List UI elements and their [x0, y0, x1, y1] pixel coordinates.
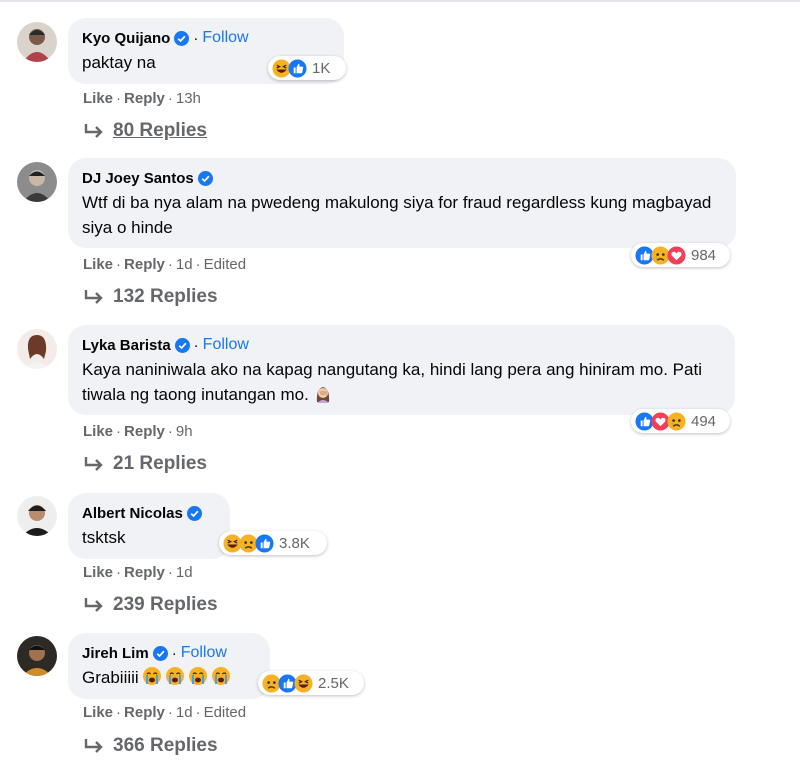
- timestamp[interactable]: 13h: [176, 90, 201, 107]
- reaction-count: 3.8K: [279, 534, 310, 552]
- avatar[interactable]: [17, 496, 57, 536]
- comment-actions: Like · Reply · 1d · Edited: [83, 256, 247, 273]
- comment-actions: Like · Reply · 9h: [83, 423, 193, 440]
- reaction-summary[interactable]: 3.8K: [219, 531, 327, 555]
- like-button[interactable]: Like: [83, 256, 113, 273]
- follow-button[interactable]: Follow: [181, 644, 227, 662]
- haha-icon: [294, 673, 313, 693]
- reply-arrow-icon: [83, 288, 105, 306]
- author-name[interactable]: Kyo Quijano: [82, 30, 170, 47]
- replies-count[interactable]: 132 Replies: [113, 286, 218, 308]
- reaction-summary[interactable]: 2.5K: [258, 671, 364, 695]
- reaction-count: 1K: [312, 59, 331, 77]
- comment-text: tsktsk: [82, 528, 126, 547]
- view-replies-link[interactable]: 239 Replies: [83, 594, 218, 616]
- replies-count[interactable]: 239 Replies: [113, 594, 218, 616]
- reaction-count: 2.5K: [318, 674, 349, 692]
- timestamp[interactable]: 1d: [176, 564, 193, 581]
- author-name[interactable]: DJ Joey Santos: [82, 170, 194, 187]
- loudly-crying-icon: [188, 666, 208, 686]
- comment-actions: Like · Reply · 13h: [83, 90, 201, 107]
- verified-badge-icon: [174, 30, 190, 46]
- separator-dot: ·: [171, 644, 177, 662]
- like-button[interactable]: Like: [83, 423, 113, 440]
- reply-arrow-icon: [83, 122, 105, 140]
- comment-bubble: Jireh Lim · Follow Grabiiiii: [68, 633, 270, 699]
- view-replies-link[interactable]: 366 Replies: [83, 735, 218, 757]
- like-button[interactable]: Like: [83, 90, 113, 107]
- comment-bubble: Albert Nicolas tsktsk: [68, 493, 230, 559]
- replies-count[interactable]: 80 Replies: [113, 120, 207, 142]
- reaction-count: 984: [691, 246, 717, 264]
- reaction-count: 494: [691, 412, 717, 430]
- view-replies-link[interactable]: 21 Replies: [83, 453, 207, 475]
- timestamp[interactable]: 9h: [176, 423, 193, 440]
- view-replies-link[interactable]: 80 Replies: [83, 120, 207, 142]
- verified-badge-icon: [174, 337, 190, 353]
- comment-text: Wtf di ba nya alam na pwedeng makulong s…: [82, 193, 712, 237]
- reply-button[interactable]: Reply: [124, 564, 165, 581]
- avatar[interactable]: [17, 329, 57, 369]
- reply-arrow-icon: [83, 737, 105, 755]
- verified-badge-icon: [152, 645, 168, 661]
- replies-count[interactable]: 366 Replies: [113, 735, 218, 757]
- comment-text: Kaya naniniwala ako na kapag nangutang k…: [82, 360, 702, 404]
- author-name[interactable]: Lyka Barista: [82, 337, 171, 354]
- sad-icon: [667, 411, 686, 431]
- comment-actions: Like · Reply · 1d: [83, 564, 193, 581]
- view-replies-link[interactable]: 132 Replies: [83, 286, 218, 308]
- top-divider: [0, 0, 800, 2]
- author-name[interactable]: Jireh Lim: [82, 645, 149, 662]
- verified-badge-icon: [186, 505, 202, 521]
- loudly-crying-icon: [142, 666, 162, 686]
- verified-badge-icon: [197, 170, 213, 186]
- avatar[interactable]: [17, 22, 57, 62]
- reply-button[interactable]: Reply: [124, 423, 165, 440]
- comment-actions: Like · Reply · 1d · Edited: [83, 704, 247, 721]
- loudly-crying-icon: [165, 666, 185, 686]
- reaction-summary[interactable]: 494: [631, 409, 730, 433]
- author-name[interactable]: Albert Nicolas: [82, 505, 183, 522]
- separator-dot: ·: [193, 336, 199, 354]
- edited-label: Edited: [203, 704, 247, 721]
- comment-text: Grabiiiii: [82, 665, 254, 690]
- like-button[interactable]: Like: [83, 704, 113, 721]
- love-icon: [667, 245, 686, 265]
- follow-button[interactable]: Follow: [202, 29, 248, 47]
- timestamp[interactable]: 1d: [176, 704, 193, 721]
- like-icon: [288, 58, 307, 78]
- like-button[interactable]: Like: [83, 564, 113, 581]
- avatar[interactable]: [17, 162, 57, 202]
- reaction-summary[interactable]: 984: [631, 243, 730, 267]
- follow-button[interactable]: Follow: [203, 336, 249, 354]
- comment-bubble: DJ Joey Santos Wtf di ba nya alam na pwe…: [68, 158, 736, 248]
- replies-count[interactable]: 21 Replies: [113, 453, 207, 475]
- timestamp[interactable]: 1d: [176, 256, 193, 273]
- loudly-crying-icon: [211, 666, 231, 686]
- reaction-summary[interactable]: 1K: [268, 56, 346, 80]
- like-icon: [255, 533, 274, 553]
- reply-button[interactable]: Reply: [124, 704, 165, 721]
- reply-button[interactable]: Reply: [124, 90, 165, 107]
- comment-bubble: Lyka Barista · Follow Kaya naniniwala ak…: [68, 325, 735, 415]
- separator-dot: ·: [193, 29, 199, 47]
- edited-label: Edited: [203, 256, 247, 273]
- reply-arrow-icon: [83, 455, 105, 473]
- woman-facepalm-icon: [313, 383, 333, 403]
- reply-button[interactable]: Reply: [124, 256, 165, 273]
- avatar[interactable]: [17, 636, 57, 676]
- reply-arrow-icon: [83, 596, 105, 614]
